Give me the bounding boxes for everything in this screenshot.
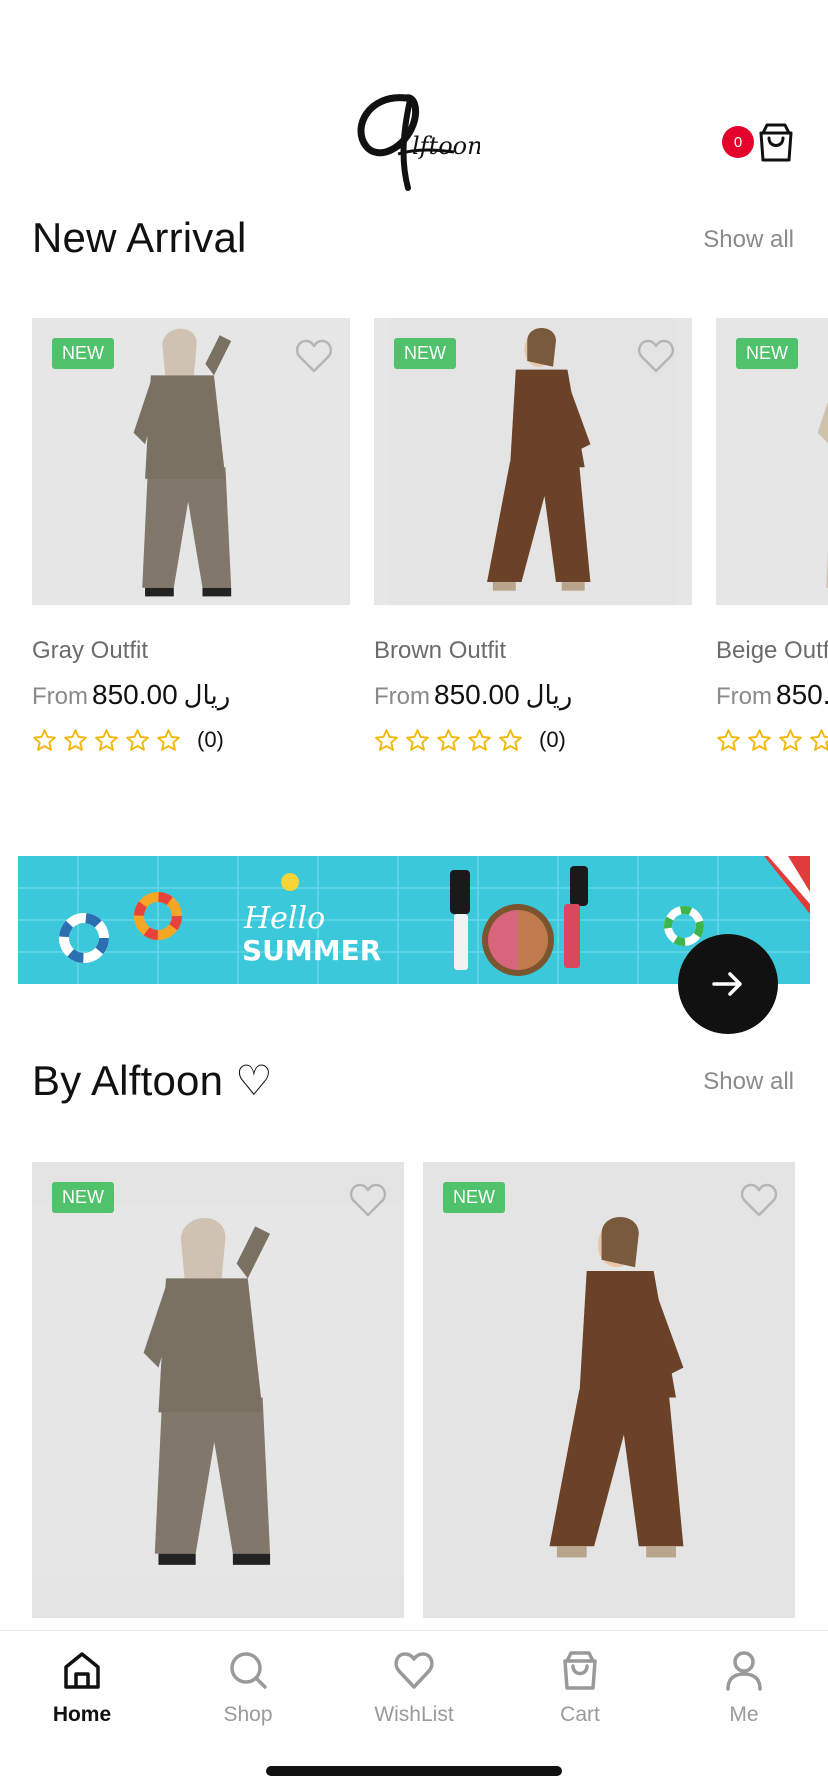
review-count: (0) [539,727,566,752]
product-image[interactable]: NEW [716,318,828,605]
header-cart[interactable]: 0 [722,120,796,170]
star-outline-icon [748,728,771,751]
price-currency: ريال [183,680,231,710]
tab-me[interactable]: Me [684,1647,804,1727]
tab-shop-label: Shop [223,1703,273,1726]
wishlist-heart-icon[interactable] [348,1182,388,1218]
star-outline-icon [406,728,429,751]
new-arrival-carousel[interactable]: NEW Gray Outfit From 850.00 ريال (0) NEW Brown… [0,318,828,778]
product-card[interactable]: NEW Beige Outfit From850.00ريال (0) [716,318,828,753]
tab-wishlist-label: WishList [374,1703,454,1726]
section-title-new-arrival: New Arrival [32,214,247,261]
home-indicator [266,1766,562,1776]
star-outline-icon [126,728,149,751]
show-all-by-alftoon-link[interactable]: Show all [703,1068,794,1096]
home-icon [64,1652,100,1689]
search-icon [230,1652,267,1689]
product-name[interactable]: Beige Outfit [716,637,828,665]
star-outline-icon [810,728,828,751]
tab-home[interactable]: Home [22,1647,142,1727]
price-prefix: From [374,683,430,710]
product-rating: (0) [32,727,350,753]
featured-product-card[interactable]: NEW [423,1162,795,1618]
user-icon [726,1651,762,1691]
star-outline-icon [468,728,491,751]
svg-text:lftoon: lftoon [412,132,480,160]
heart-icon [394,1652,434,1689]
price-prefix: From [716,683,772,710]
product-rating: (0) [716,727,828,753]
star-outline-icon [779,728,802,751]
product-price: From850.00ريال [374,679,692,711]
shopping-bag-icon[interactable] [756,120,796,164]
new-badge: NEW [394,338,456,369]
price-amount: 850.00 [776,679,828,710]
new-badge: NEW [52,1182,114,1213]
new-badge: NEW [52,338,114,369]
app-header: lftoon 0 [0,0,828,200]
show-all-new-arrival-link[interactable]: Show all [703,226,794,254]
star-outline-icon [499,728,522,751]
star-outline-icon [64,728,87,751]
featured-product-card[interactable]: NEW [32,1162,404,1618]
by-alftoon-grid: NEW NEW [0,1162,828,1618]
product-image[interactable]: NEW [32,318,350,605]
product-card[interactable]: NEW Brown Outfit From 850.00 ريال (0) [374,318,692,753]
star-outline-icon [717,728,740,751]
product-image[interactable]: NEW [374,318,692,605]
cart-count-badge: 0 [722,126,754,158]
star-outline-icon [95,728,118,751]
price-amount: 850.00 [92,679,178,710]
banner-summer-text: SUMMER [242,934,381,967]
product-price: From850.00ريال [32,679,350,711]
star-outline-icon [157,728,180,751]
price-amount: 850.00 [434,679,520,710]
star-outline-icon [437,728,460,751]
tab-home-label: Home [52,1703,112,1726]
tab-cart-label: Cart [560,1703,600,1726]
bag-icon [563,1651,597,1690]
tab-wishlist[interactable]: WishList [354,1647,474,1727]
star-outline-icon [375,728,398,751]
section-title-by-alftoon: By Alftoon ♡ [32,1057,273,1104]
wishlist-heart-icon[interactable] [636,338,676,374]
star-outline-icon [33,728,56,751]
product-name[interactable]: Brown Outfit [374,637,692,665]
product-price: From850.00ريال [716,679,828,711]
price-currency: ريال [525,680,573,710]
new-badge: NEW [443,1182,505,1213]
review-count: (0) [197,727,224,752]
new-badge: NEW [736,338,798,369]
brand-logo[interactable]: lftoon [348,88,483,198]
product-name[interactable]: Gray Outfit [32,637,350,665]
tab-shop[interactable]: Shop [188,1647,308,1727]
product-card[interactable]: NEW Gray Outfit From 850.00 ريال (0) [32,318,350,753]
product-rating: (0) [374,727,692,753]
tab-cart[interactable]: Cart [520,1647,640,1727]
price-prefix: From [32,683,88,710]
wishlist-heart-icon[interactable] [739,1182,779,1218]
arrow-right-icon [712,972,742,996]
wishlist-heart-icon[interactable] [294,338,334,374]
banner-next-button[interactable] [678,934,778,1034]
banner-hello-text: Hello [243,901,325,936]
tab-me-label: Me [729,1703,759,1726]
